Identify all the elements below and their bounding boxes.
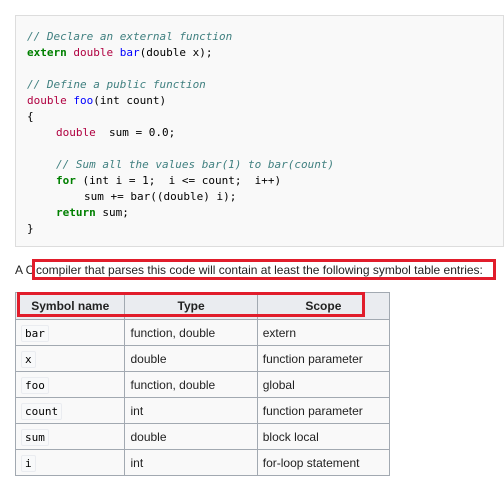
code-block: // Declare an external function extern d…: [15, 15, 504, 247]
code-params: (int count): [93, 94, 167, 107]
highlight-box-table-header: [17, 292, 365, 317]
code-brace-open: {: [27, 110, 34, 123]
table-row: count int function parameter: [14, 397, 391, 424]
type-cell: function, double: [124, 371, 258, 398]
code-comment: // Define a public function: [27, 78, 206, 91]
scope-cell: function parameter: [256, 397, 391, 424]
symbol-code: count: [21, 402, 63, 420]
symbol-table: Symbol name Type Scope bar function, dou…: [14, 292, 391, 476]
code-line-return: return sum;: [56, 205, 129, 221]
code-line-sum-add: sum += bar((double) i);: [84, 190, 237, 203]
code-text: (int i = 1; i <= count; i++): [82, 174, 282, 187]
scope-cell: global: [256, 371, 391, 398]
code-comment: // Sum all the values bar(1) to bar(coun…: [56, 158, 335, 171]
function-name: bar: [119, 46, 140, 59]
code-params: (double x);: [139, 46, 213, 59]
highlight-box-caption: [32, 259, 496, 280]
keyword: for: [56, 174, 76, 187]
function-name: foo: [73, 94, 94, 107]
symbol-cell: count: [14, 397, 126, 424]
type-keyword: double: [56, 126, 96, 139]
code-brace-close: }: [27, 222, 34, 235]
table-row: sum double block local: [14, 423, 391, 450]
code-line-for: for (int i = 1; i <= count; i++): [56, 173, 281, 189]
type-keyword: double: [73, 46, 114, 59]
scope-cell: for-loop statement: [256, 449, 391, 476]
table-row: foo function, double global: [14, 371, 391, 398]
symbol-code: x: [21, 350, 36, 368]
code-comment: // Declare an external function: [27, 30, 233, 43]
scope-cell: function parameter: [256, 345, 391, 372]
table-row: x double function parameter: [14, 345, 391, 372]
table-row: bar function, double extern: [14, 319, 391, 346]
keyword: extern: [27, 46, 67, 59]
scope-cell: extern: [256, 319, 391, 346]
symbol-cell: x: [14, 345, 126, 372]
symbol-code: sum: [21, 428, 49, 446]
keyword: return: [56, 206, 96, 219]
symbol-cell: foo: [14, 371, 126, 398]
scope-cell: block local: [256, 423, 391, 450]
type-cell: int: [124, 449, 258, 476]
type-cell: int: [124, 397, 258, 424]
symbol-cell: bar: [14, 319, 126, 346]
type-keyword: double: [27, 94, 67, 107]
type-cell: double: [124, 345, 258, 372]
table-row: i int for-loop statement: [14, 449, 391, 476]
symbol-cell: i: [14, 449, 126, 476]
code-line-foo: double foo(int count): [27, 93, 166, 109]
symbol-code: foo: [21, 376, 49, 394]
code-text: sum;: [102, 206, 129, 219]
type-cell: double: [124, 423, 258, 450]
symbol-code: bar: [21, 324, 49, 342]
code-line-extern: extern double bar(double x);: [27, 45, 212, 61]
symbol-code: i: [21, 454, 36, 472]
type-cell: function, double: [124, 319, 258, 346]
code-text: sum = 0.0;: [109, 126, 176, 139]
symbol-cell: sum: [14, 423, 126, 450]
code-line-sum-decl: double sum = 0.0;: [56, 125, 175, 141]
